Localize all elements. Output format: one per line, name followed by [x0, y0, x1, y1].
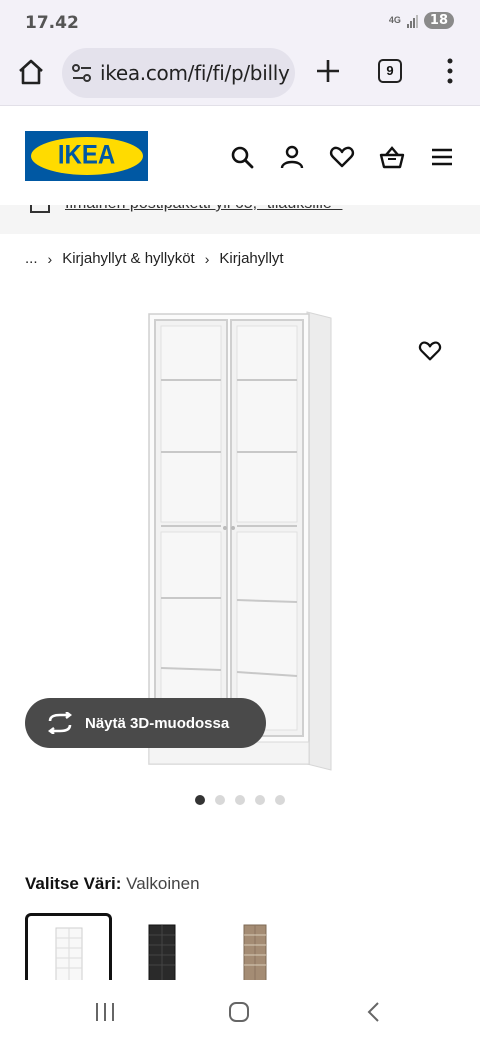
carousel-dot[interactable] [235, 795, 245, 805]
favourites-icon[interactable] [329, 144, 355, 170]
promo-text[interactable]: Ilmainen postipaketti yli 65,- tilauksil… [65, 205, 342, 213]
new-tab-icon[interactable] [314, 57, 342, 85]
color-swatch-oak[interactable] [211, 913, 298, 983]
carousel-dot[interactable] [255, 795, 265, 805]
status-bar: 17.42 4G 18 [0, 0, 480, 44]
parcel-icon [30, 205, 50, 213]
battery-icon: 18 [423, 12, 454, 29]
status-icons: 4G 18 [389, 12, 454, 29]
promo-banner[interactable]: Ilmainen postipaketti yli 65,- tilauksil… [0, 205, 480, 234]
ikea-logo[interactable]: IKEA [25, 131, 148, 181]
search-icon[interactable] [229, 144, 255, 170]
back-icon[interactable] [362, 1000, 386, 1024]
color-swatch-white[interactable] [25, 913, 112, 983]
site-header: IKEA [0, 107, 480, 205]
breadcrumb-item-bookcases-shelves[interactable]: Kirjahyllyt & hyllyköt [62, 250, 195, 267]
save-favourite-icon[interactable] [418, 339, 442, 363]
breadcrumb-ellipsis[interactable]: ... [25, 250, 38, 267]
signal-icon [406, 14, 418, 28]
carousel-dot[interactable] [195, 795, 205, 805]
view-3d-label: Näytä 3D-muodossa [85, 714, 230, 732]
carousel-dot[interactable] [275, 795, 285, 805]
carousel-dot[interactable] [215, 795, 225, 805]
menu-icon[interactable] [429, 144, 455, 170]
logo-oval: IKEA [30, 137, 143, 175]
color-label: Valitse Väri: [25, 874, 122, 893]
chevron-right-icon: › [47, 250, 53, 267]
oak-bookcase-thumbnail [243, 924, 266, 983]
logo-text: IKEA [57, 140, 116, 171]
tab-switcher-button[interactable]: 9 [378, 59, 402, 83]
color-value: Valkoinen [126, 874, 200, 893]
more-menu-icon[interactable] [440, 57, 460, 85]
black-bookcase-thumbnail [148, 924, 175, 983]
network-type: 4G [388, 15, 401, 25]
white-bookcase-thumbnail [55, 927, 82, 983]
home-icon[interactable] [16, 57, 46, 87]
browser-toolbar: ikea.com/fi/fi/p/billy 9 [0, 44, 480, 106]
url-text: ikea.com/fi/fi/p/billy [100, 61, 290, 85]
shopping-bag-icon[interactable] [379, 144, 405, 170]
home-nav-icon[interactable] [227, 1000, 251, 1024]
status-time: 17.42 [25, 13, 79, 33]
rotate-3d-icon [48, 712, 72, 734]
view-3d-button[interactable]: Näytä 3D-muodossa [25, 698, 266, 748]
breadcrumb: ... › Kirjahyllyt & hyllyköt › Kirjahyll… [25, 250, 284, 267]
chevron-right-icon: › [204, 250, 210, 267]
image-carousel-indicator [195, 795, 285, 805]
address-bar[interactable]: ikea.com/fi/fi/p/billy [62, 48, 295, 98]
account-icon[interactable] [279, 144, 305, 170]
color-swatch-black[interactable] [118, 913, 205, 983]
recent-apps-icon[interactable] [93, 1000, 117, 1024]
system-navigation-bar [0, 980, 480, 1040]
color-selector-title: Valitse Väri: Valkoinen [25, 874, 200, 894]
breadcrumb-item-bookcases[interactable]: Kirjahyllyt [219, 250, 283, 267]
site-settings-icon[interactable] [70, 61, 94, 85]
